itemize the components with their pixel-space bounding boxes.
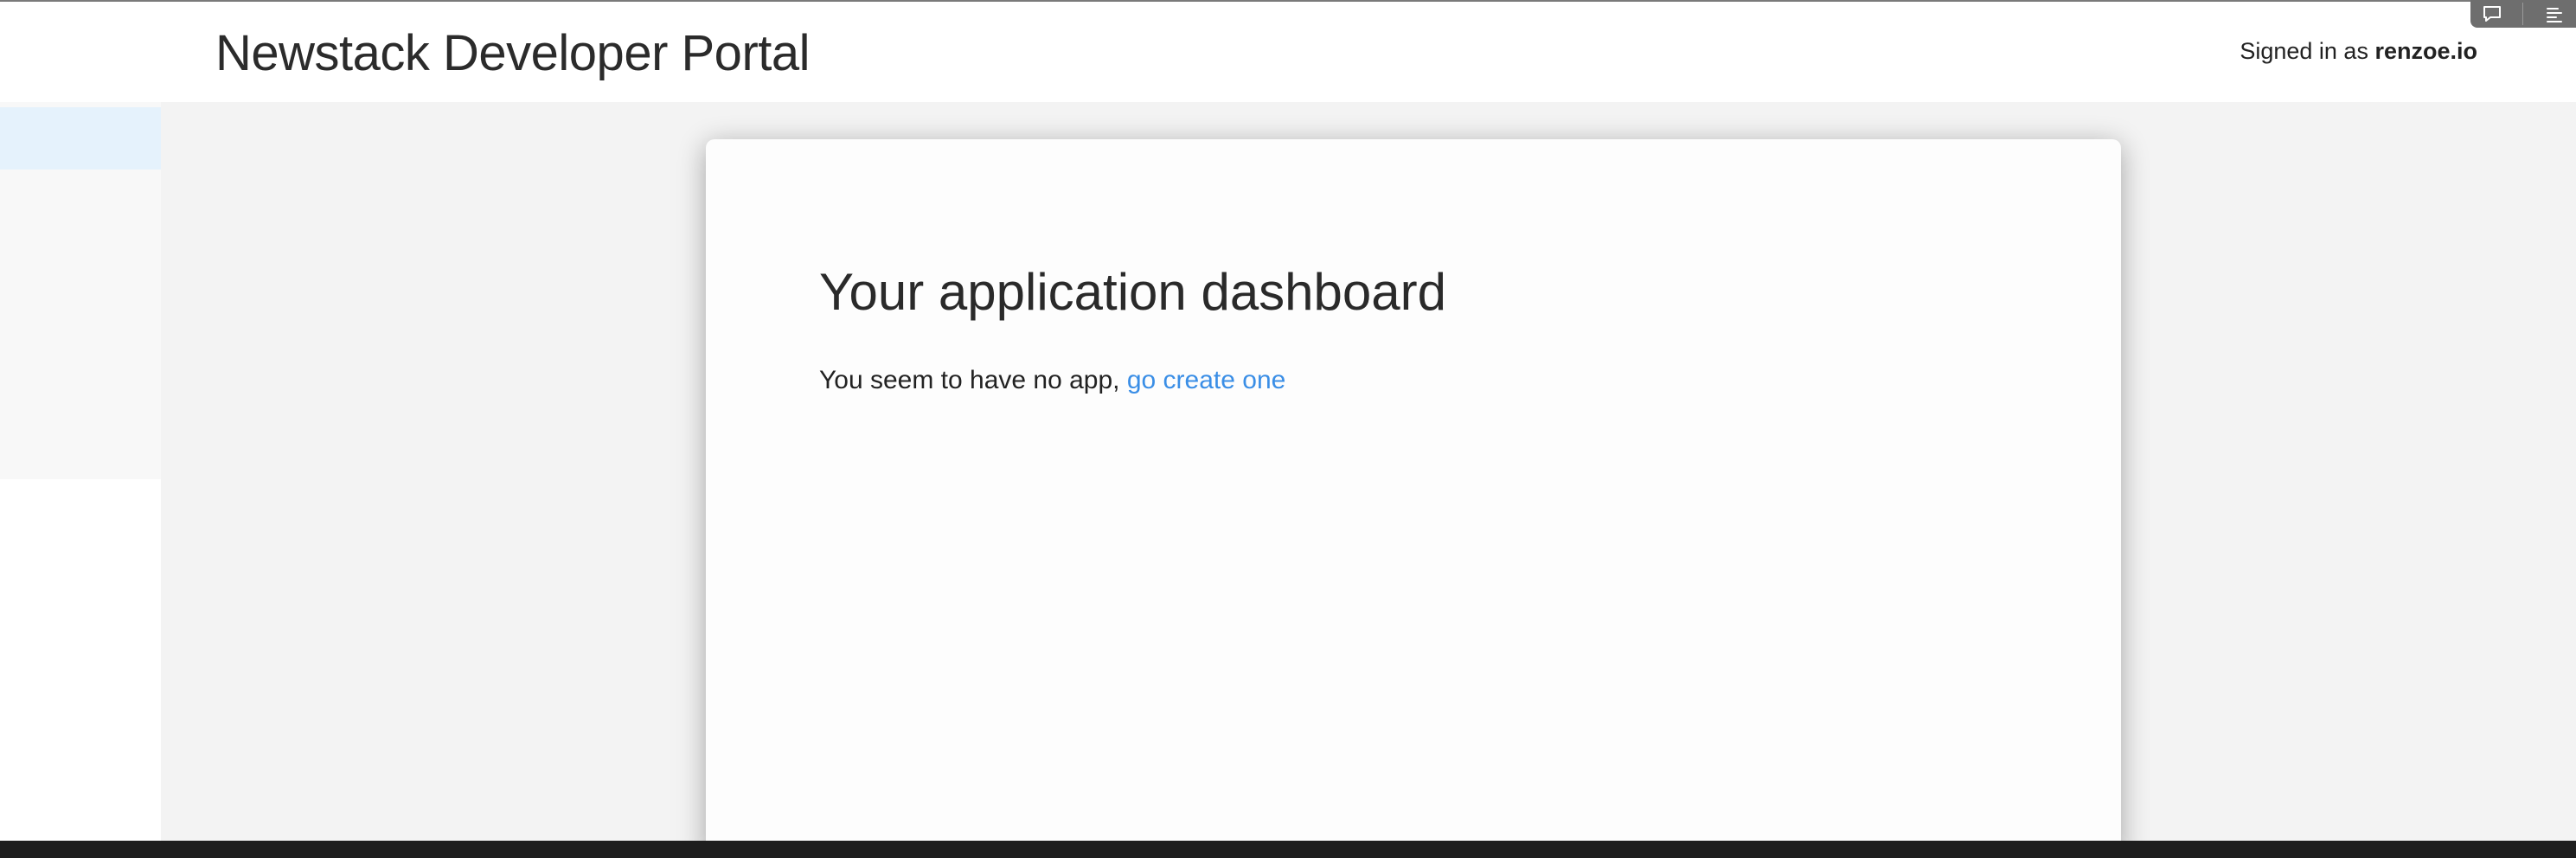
corner-toolbar	[2470, 0, 2576, 28]
empty-state-message: You seem to have no app, go create one	[819, 366, 1285, 395]
sidebar-item-active[interactable]	[0, 107, 161, 170]
empty-state-text: You seem to have no app,	[819, 366, 1120, 394]
create-app-link[interactable]: go create one	[1127, 366, 1285, 394]
signed-in-indicator: Signed in as renzoe.io	[2240, 38, 2477, 65]
speech-bubble-icon[interactable]	[2480, 3, 2504, 24]
toolbar-divider	[2522, 3, 2524, 25]
align-left-icon[interactable]	[2542, 3, 2566, 24]
signed-in-prefix: Signed in as	[2240, 38, 2368, 64]
bottom-bar	[0, 841, 2576, 858]
portal-title: Newstack Developer Portal	[215, 25, 811, 81]
dashboard-heading: Your application dashboard	[819, 263, 1447, 321]
dashboard-card: Your application dashboard You seem to h…	[706, 139, 2121, 857]
top-header: Newstack Developer Portal Signed in as r…	[0, 2, 2576, 102]
signed-in-username[interactable]: renzoe.io	[2374, 38, 2477, 64]
